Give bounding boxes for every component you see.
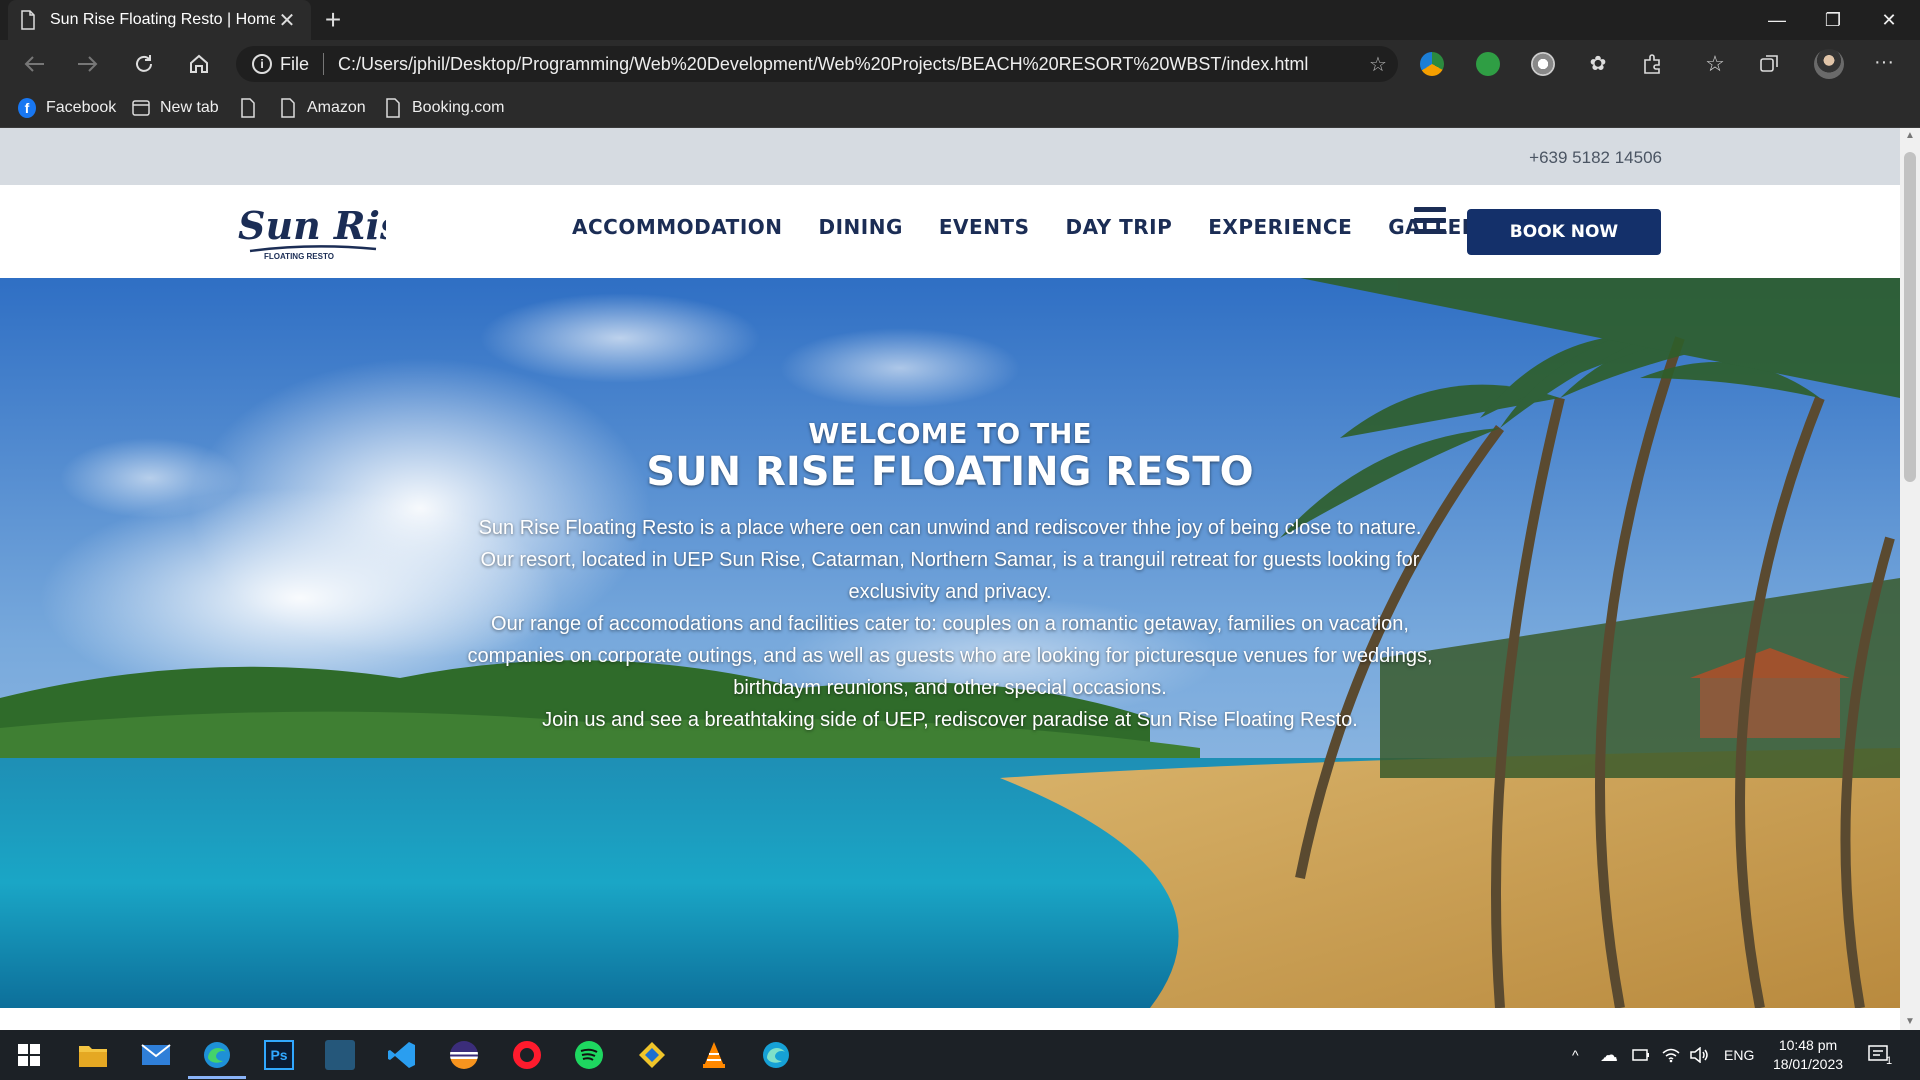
address-scheme-label: File <box>280 53 310 74</box>
notification-count: 1 <box>1886 1055 1893 1067</box>
page-icon <box>21 10 35 30</box>
hero-paragraph-1: Sun Rise Floating Resto is a place where… <box>478 517 1422 603</box>
volume-icon[interactable] <box>1690 1030 1710 1080</box>
nav-day-trip[interactable]: DAY TRIP <box>1065 215 1172 239</box>
hero-paragraph-3: Join us and see a breathtaking side of U… <box>542 709 1358 731</box>
onedrive-cloud-icon[interactable]: ☁ <box>1600 1030 1618 1080</box>
add-favorite-icon[interactable]: ☆ <box>1358 52 1398 77</box>
facebook-icon: f <box>18 98 36 118</box>
bookmarks-bar: f Facebook New tab Amazon Booking.com <box>0 88 1920 128</box>
profile-avatar[interactable] <box>1814 49 1844 79</box>
restore-icon[interactable]: ❐ <box>1805 0 1861 40</box>
mysql-workbench-icon[interactable] <box>323 1038 357 1072</box>
page-icon <box>386 98 400 118</box>
opera-icon[interactable] <box>510 1038 544 1072</box>
svg-text:Sun Rise: Sun Rise <box>238 203 386 248</box>
tab-title: Sun Rise Floating Resto | Home <box>50 11 275 28</box>
extension-4-icon[interactable]: ✿ <box>1586 52 1610 76</box>
scroll-up-icon[interactable]: ▲ <box>1900 128 1920 144</box>
file-explorer-icon[interactable] <box>76 1038 110 1072</box>
main-menu: ACCOMMODATION DINING EVENTS DAY TRIP EXP… <box>572 215 1492 239</box>
scroll-down-icon[interactable]: ▼ <box>1900 1014 1920 1030</box>
new-tab-page-icon <box>132 100 150 116</box>
bookmark-facebook[interactable]: f Facebook <box>18 96 116 120</box>
vlc-icon[interactable] <box>697 1038 731 1072</box>
bookmark-label: Booking.com <box>412 99 505 116</box>
hero-title: SUN RISE FLOATING RESTO <box>646 449 1254 495</box>
active-app-indicator <box>188 1076 246 1079</box>
forward-arrow-icon[interactable] <box>70 48 106 80</box>
system-clock[interactable]: 10:48 pm 18/01/2023 <box>1760 1036 1856 1074</box>
page-icon <box>241 98 255 118</box>
favorites-icon[interactable]: ☆ <box>1703 52 1727 76</box>
page-icon <box>281 98 295 118</box>
bookmark-label: Facebook <box>46 99 117 116</box>
show-hidden-icons[interactable]: ^ <box>1572 1030 1579 1080</box>
page-viewport: +639 5182 14506 Sun Rise FLOATING RESTO … <box>0 128 1900 1030</box>
vscode-icon[interactable] <box>385 1038 419 1072</box>
minimize-icon[interactable]: — <box>1749 0 1805 40</box>
site-logo[interactable]: Sun Rise FLOATING RESTO <box>236 199 426 265</box>
scrollbar-thumb[interactable] <box>1904 152 1916 482</box>
bookmark-label: Amazon <box>307 99 366 116</box>
extensions-puzzle-icon[interactable] <box>1641 52 1665 76</box>
bookmark-new-tab[interactable]: New tab <box>132 96 219 120</box>
collections-icon[interactable] <box>1758 52 1782 76</box>
wifi-icon[interactable] <box>1662 1030 1680 1080</box>
battery-icon[interactable] <box>1632 1030 1650 1080</box>
close-tab-icon[interactable]: ✕ <box>275 8 299 32</box>
windows-taskbar: Ps ^ ☁ ENG 10:48 pm 18/01/2023 1 <box>0 1030 1920 1080</box>
notifications-icon[interactable]: 1 <box>1868 1030 1892 1080</box>
back-arrow-icon[interactable] <box>16 48 52 80</box>
info-icon[interactable]: i <box>252 54 272 74</box>
browser-tab-active[interactable]: Sun Rise Floating Resto | Home ✕ <box>8 0 311 40</box>
home-icon[interactable] <box>181 48 217 80</box>
site-header: Sun Rise FLOATING RESTO ACCOMMODATION DI… <box>0 185 1900 278</box>
hamburger-menu-icon[interactable] <box>1414 207 1446 235</box>
phone-number[interactable]: +639 5182 14506 <box>1529 148 1662 168</box>
hero-welcome: WELCOME TO THE <box>808 417 1092 450</box>
bookmark-booking[interactable]: Booking.com <box>384 96 505 120</box>
address-separator <box>323 53 325 75</box>
nav-events[interactable]: EVENTS <box>939 215 1030 239</box>
bookmark-amazon[interactable]: Amazon <box>279 96 366 120</box>
hero-paragraph-2: Our range of accomodations and facilitie… <box>467 613 1433 699</box>
nav-experience[interactable]: EXPERIENCE <box>1208 215 1352 239</box>
more-options-icon[interactable]: ··· <box>1872 52 1896 76</box>
language-indicator[interactable]: ENG <box>1724 1030 1754 1080</box>
nav-dining[interactable]: DINING <box>819 215 903 239</box>
extension-3-icon[interactable] <box>1531 52 1555 76</box>
sourcetree-icon[interactable] <box>635 1038 669 1072</box>
photoshop-icon[interactable]: Ps <box>262 1038 296 1072</box>
address-bar[interactable]: i File C:/Users/jphil/Desktop/Programmin… <box>236 46 1398 82</box>
edge-dev-icon[interactable] <box>759 1038 793 1072</box>
new-tab-button[interactable]: + <box>318 6 348 34</box>
page-scrollbar[interactable]: ▲ ▼ <box>1900 128 1920 1030</box>
mail-icon[interactable] <box>139 1038 173 1072</box>
hero-section: WELCOME TO THE SUN RISE FLOATING RESTO S… <box>0 278 1900 1008</box>
next-section-edge <box>0 1008 1900 1030</box>
browser-titlebar: Sun Rise Floating Resto | Home ✕ + — ❐ ✕ <box>0 0 1920 40</box>
spotify-icon[interactable] <box>572 1038 606 1072</box>
book-now-button[interactable]: BOOK NOW <box>1467 209 1661 255</box>
bookmark-label: New tab <box>160 99 219 116</box>
extension-1-icon[interactable] <box>1420 52 1444 76</box>
nav-accommodation[interactable]: ACCOMMODATION <box>572 215 783 239</box>
clock-time: 10:48 pm <box>1778 1037 1838 1053</box>
refresh-icon[interactable] <box>126 48 162 80</box>
url-text[interactable]: C:/Users/jphil/Desktop/Programming/Web%2… <box>338 54 1358 75</box>
browser-toolbar: i File C:/Users/jphil/Desktop/Programmin… <box>0 40 1920 88</box>
extension-2-icon[interactable] <box>1476 52 1500 76</box>
close-window-icon[interactable]: ✕ <box>1861 0 1917 40</box>
clock-date: 18/01/2023 <box>1772 1056 1844 1072</box>
svg-text:FLOATING RESTO: FLOATING RESTO <box>264 252 334 261</box>
bookmark-untitled[interactable] <box>239 96 267 120</box>
hero-text-block: WELCOME TO THE SUN RISE FLOATING RESTO S… <box>430 418 1470 736</box>
edge-browser-icon[interactable] <box>200 1038 234 1072</box>
eclipse-icon[interactable] <box>447 1038 481 1072</box>
contact-topbar: +639 5182 14506 <box>0 128 1900 185</box>
windows-start-icon[interactable] <box>12 1038 46 1072</box>
